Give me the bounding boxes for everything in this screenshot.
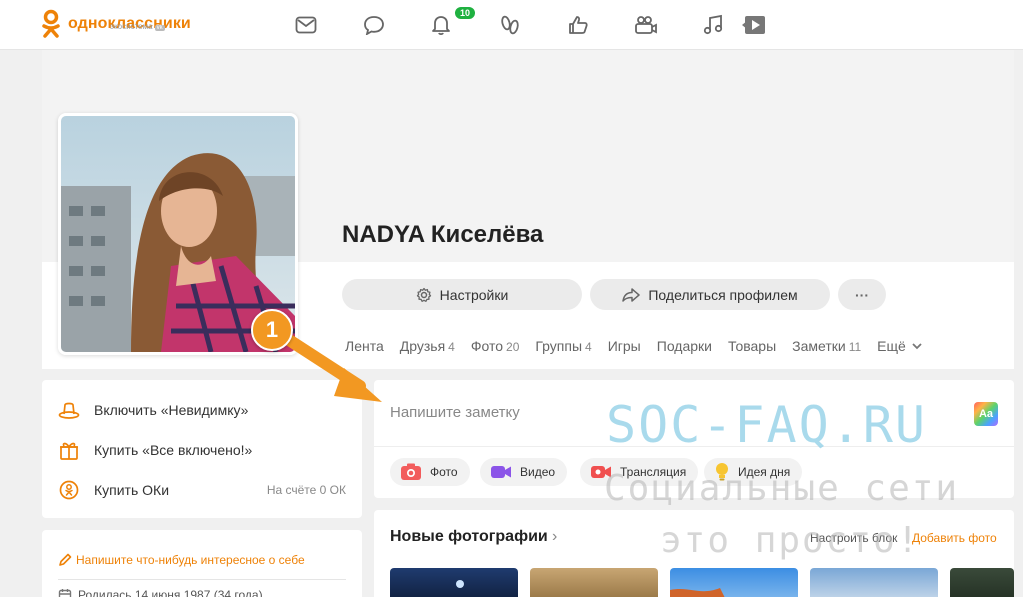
top-bar: одноклассники экосистема vk 10 [0, 0, 1023, 50]
step-marker: 1 [251, 309, 293, 351]
gear-icon [416, 287, 431, 302]
calendar-icon [58, 589, 72, 597]
note-input[interactable]: Напишите заметку [390, 404, 520, 421]
add-video-chip[interactable]: Видео [480, 458, 568, 486]
photo-thumbnail[interactable] [530, 568, 658, 597]
new-photos-title[interactable]: Новые фотографии [390, 528, 548, 546]
more-options-button[interactable]: ··· [838, 279, 886, 310]
photo-thumbnail[interactable] [670, 568, 798, 597]
settings-label: Настройки [439, 286, 509, 303]
pointer-arrow [280, 332, 382, 402]
profile-tabs: Лента Друзья 4 Фото 20 Группы 4 Игры Подарк… [345, 338, 940, 354]
share-profile-button[interactable]: Поделиться профилем [590, 279, 830, 310]
games-icon[interactable] [741, 12, 767, 38]
music-icon[interactable] [700, 12, 726, 38]
share-icon [622, 287, 641, 302]
camera-icon [401, 463, 421, 480]
notifications-badge: 10 [453, 5, 478, 21]
ok-logo-icon [40, 9, 62, 39]
profile-name: NADYA Киселёва [342, 221, 544, 248]
about-divider [58, 579, 346, 580]
share-profile-label: Поделиться профилем [648, 286, 798, 303]
ok-coin-icon [59, 480, 79, 500]
discussions-icon[interactable] [361, 12, 387, 38]
tab-notes[interactable]: Заметки 11 [792, 338, 861, 354]
chevron-down-icon [912, 343, 922, 350]
tab-photos[interactable]: Фото 20 [471, 338, 520, 354]
notifications-icon[interactable] [428, 12, 454, 38]
about-card: Напишите что-нибудь интересное о себе Ро… [42, 530, 362, 597]
hat-icon [58, 402, 80, 419]
tab-products[interactable]: Товары [728, 338, 776, 354]
font-style-button[interactable]: Aa [974, 402, 998, 426]
balance-text: На счёте 0 ОК [266, 483, 346, 497]
watermark-line-1: Социальные сети [604, 468, 960, 509]
photo-thumbnail[interactable] [950, 568, 1014, 597]
tab-games[interactable]: Игры [608, 338, 641, 354]
pencil-icon [59, 553, 72, 566]
more-options-label: ··· [855, 286, 869, 303]
watermark-site: SOC-FAQ.RU [606, 396, 928, 454]
sidebar-item-all-inclusive[interactable]: Купить «Все включено!» [58, 438, 346, 462]
video-icon[interactable] [633, 12, 659, 38]
video-camera-icon [491, 466, 511, 478]
watermark-line-2: это просто! [660, 520, 921, 561]
photo-thumbnail[interactable] [810, 568, 938, 597]
add-photo-link[interactable]: Добавить фото [912, 531, 997, 545]
logo-subtitle: экосистема vk [110, 22, 165, 31]
events-icon[interactable] [565, 12, 591, 38]
guests-icon[interactable] [497, 12, 523, 38]
chevron-right-icon[interactable]: › [552, 528, 557, 546]
tab-more[interactable]: Ещё [877, 338, 924, 354]
tab-friends[interactable]: Друзья 4 [400, 338, 455, 354]
about-link[interactable]: Напишите что-нибудь интересное о себе [58, 553, 305, 567]
birth-info: Родилась 14 июня 1987 (34 года) [58, 588, 263, 597]
sidebar-item-buy-ok[interactable]: Купить ОКи На счёте 0 ОК [58, 478, 346, 502]
photo-thumbnail[interactable] [390, 568, 518, 597]
messages-icon[interactable] [293, 12, 319, 38]
gift-icon [60, 442, 78, 460]
settings-button[interactable]: Настройки [342, 279, 582, 310]
vk-badge: vk [154, 25, 165, 31]
tab-groups[interactable]: Группы 4 [535, 338, 591, 354]
tab-gifts[interactable]: Подарки [657, 338, 712, 354]
add-photo-chip[interactable]: Фото [390, 458, 470, 486]
